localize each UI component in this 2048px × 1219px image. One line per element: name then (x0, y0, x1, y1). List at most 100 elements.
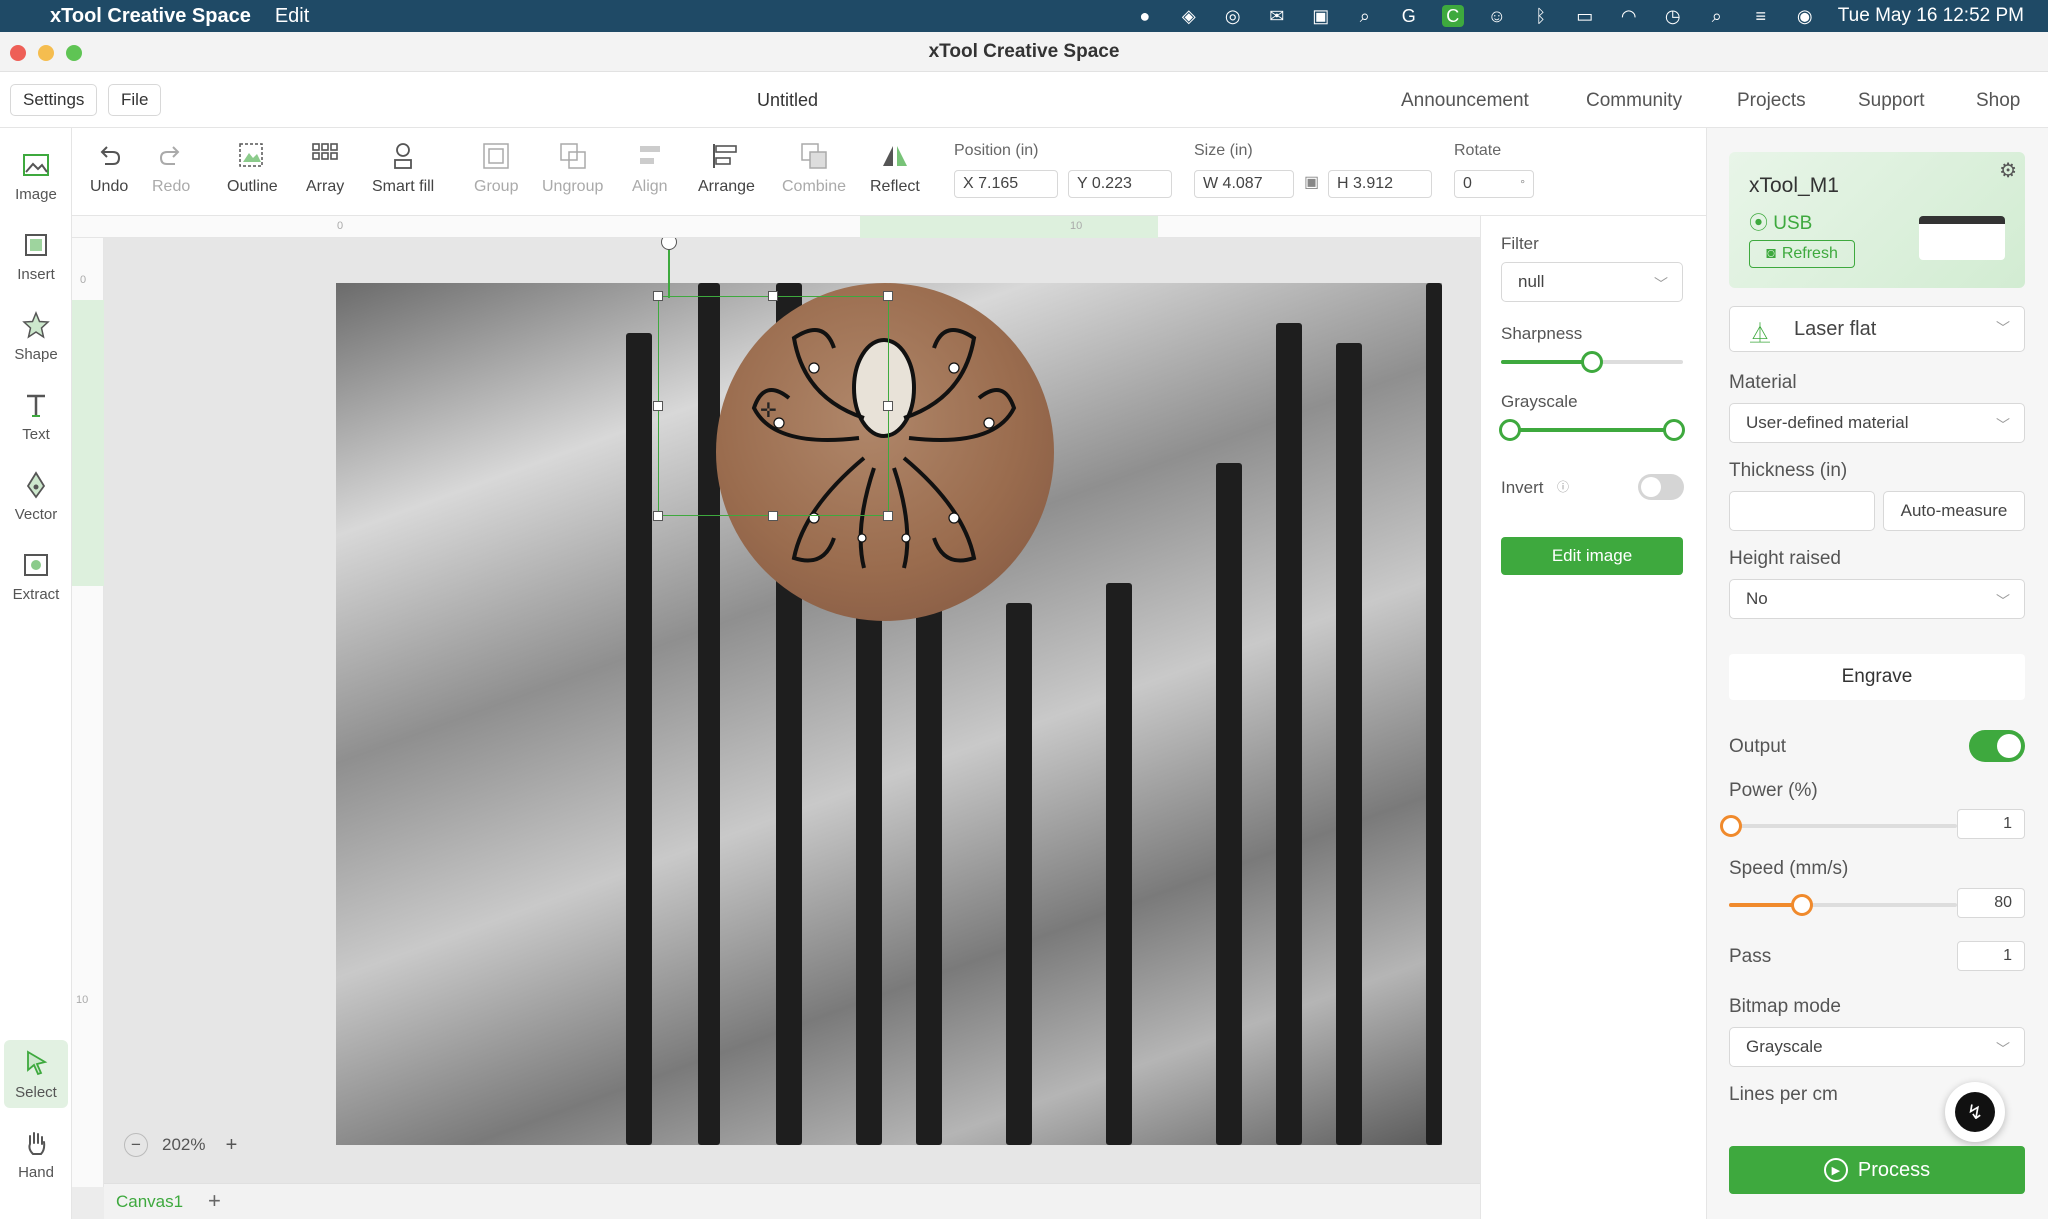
resize-handle-left[interactable] (653, 401, 663, 411)
resize-handle-bottom[interactable] (768, 511, 778, 521)
power-track[interactable] (1729, 824, 1957, 828)
power-slider[interactable] (1720, 815, 1743, 837)
pass-input[interactable]: 1 (1957, 941, 2025, 971)
size-height-input[interactable]: H 3.912 (1328, 170, 1432, 198)
edit-menu[interactable]: Edit (275, 5, 309, 28)
zoom-in-button[interactable]: + (219, 1133, 243, 1157)
rotate-label: Rotate (1454, 142, 1502, 159)
resize-handle-br[interactable] (883, 511, 893, 521)
siri-icon[interactable]: ◉ (1794, 5, 1816, 27)
tool-vector[interactable]: Vector (4, 462, 68, 530)
mail-icon[interactable]: ✉ (1266, 5, 1288, 27)
zoom-controls: − 202% + (124, 1130, 274, 1160)
redo-label: Redo (152, 178, 191, 195)
tool-text[interactable]: Text (4, 382, 68, 450)
shield-icon[interactable]: ◈ (1178, 5, 1200, 27)
nav-support[interactable]: Support (1858, 90, 1925, 112)
app-menu[interactable]: xTool Creative Space (50, 5, 251, 28)
magnifier-icon[interactable]: ⌕ (1354, 5, 1376, 27)
document-title: Untitled (756, 90, 819, 110)
gear-icon[interactable]: ⚙ (1999, 158, 2017, 183)
zoom-out-button[interactable]: − (124, 1133, 148, 1157)
tool-extract[interactable]: Extract (4, 542, 68, 610)
speed-input[interactable]: 80 (1957, 888, 2025, 918)
material-select[interactable]: User-defined material ﹀ (1729, 403, 2025, 443)
close-window-button[interactable] (10, 45, 26, 61)
record-icon[interactable]: ● (1134, 5, 1156, 27)
tool-shape[interactable]: Shape (4, 302, 68, 370)
battery-icon[interactable]: ▭ (1574, 5, 1596, 27)
engrave-tab[interactable]: Engrave (1729, 654, 2025, 700)
settings-button[interactable]: Settings (10, 84, 98, 116)
rotate-input[interactable]: 0 ° (1454, 170, 1534, 198)
group-button[interactable]: Group (474, 140, 518, 210)
display-icon[interactable]: ▣ (1310, 5, 1332, 27)
position-x-input[interactable]: X 7.165 (954, 170, 1058, 198)
undo-icon (100, 146, 121, 165)
tool-select[interactable]: Select (4, 1040, 68, 1108)
redo-button[interactable]: Redo (152, 140, 190, 210)
lock-ratio-icon[interactable]: ▣ (1304, 172, 1319, 192)
filter-select[interactable]: null ﹀ (1501, 262, 1683, 302)
resize-handle-top[interactable] (768, 291, 778, 301)
tool-hand[interactable]: Hand (4, 1120, 68, 1188)
sharpness-slider[interactable] (1581, 351, 1603, 373)
file-button[interactable]: File (108, 84, 162, 116)
ungroup-button[interactable]: Ungroup (542, 140, 603, 210)
size-width-input[interactable]: W 4.087 (1194, 170, 1294, 198)
nav-projects[interactable]: Projects (1737, 90, 1806, 112)
invert-toggle[interactable] (1638, 474, 1684, 500)
grayscale-min-slider[interactable] (1499, 419, 1521, 441)
reflect-button[interactable]: Reflect (870, 140, 920, 210)
auto-measure-button[interactable]: Auto-measure (1883, 491, 2025, 531)
array-button[interactable]: Array (306, 140, 344, 210)
add-canvas-button[interactable]: + (208, 1188, 221, 1214)
resize-handle-tl[interactable] (653, 291, 663, 301)
wifi-icon[interactable]: ◠ (1618, 5, 1640, 27)
thickness-input[interactable] (1729, 491, 1875, 531)
process-button[interactable]: ▶ Process (1729, 1146, 2025, 1194)
work-mode-select[interactable]: ⏅ Laser flat ﹀ (1729, 306, 2025, 352)
spotlight-icon[interactable]: ⌕ (1706, 5, 1728, 27)
nav-shop[interactable]: Shop (1976, 90, 2020, 112)
minimize-window-button[interactable] (38, 45, 54, 61)
rotate-handle[interactable] (661, 238, 677, 250)
undo-button[interactable]: Undo (90, 140, 128, 210)
position-y-input[interactable]: Y 0.223 (1068, 170, 1172, 198)
control-center-icon[interactable]: ≡ (1750, 5, 1772, 27)
outline-button[interactable]: Outline (227, 140, 278, 210)
nav-community[interactable]: Community (1586, 90, 1682, 112)
tool-label: Hand (18, 1163, 54, 1181)
clipboard-icon[interactable]: C (1441, 5, 1464, 27)
height-raised-select[interactable]: No ﹀ (1729, 579, 2025, 619)
sync-icon[interactable]: ◎ (1222, 5, 1244, 27)
grayscale-max-slider[interactable] (1663, 419, 1685, 441)
tool-label: Shape (14, 345, 58, 363)
smart-fill-icon (394, 143, 413, 169)
tool-image[interactable]: Image (4, 142, 68, 210)
smiley-icon[interactable]: ☺ (1486, 5, 1508, 27)
messenger-chat-button[interactable]: ↯ (1945, 1082, 2005, 1142)
time-machine-icon[interactable]: ◷ (1662, 5, 1684, 27)
output-toggle[interactable] (1969, 730, 2025, 762)
arrange-button[interactable]: Arrange (698, 140, 755, 210)
resize-handle-right[interactable] (883, 401, 893, 411)
bluetooth-icon[interactable]: ᛒ (1530, 5, 1552, 27)
speed-slider[interactable] (1791, 894, 1813, 916)
info-icon[interactable]: ⓘ (1557, 478, 1569, 495)
grammarly-icon[interactable]: G (1398, 5, 1420, 27)
edit-image-button[interactable]: Edit image (1501, 537, 1683, 575)
combine-button[interactable]: Combine (782, 140, 846, 210)
tab-canvas1[interactable]: Canvas1 (116, 1192, 183, 1212)
resize-handle-tr[interactable] (883, 291, 893, 301)
align-button[interactable]: Align (632, 140, 668, 210)
smart-fill-button[interactable]: Smart fill (372, 140, 434, 210)
resize-handle-bl[interactable] (653, 511, 663, 521)
nav-announcement[interactable]: Announcement (1401, 90, 1529, 112)
design-canvas[interactable]: ✛ − 202% + (104, 238, 1480, 1183)
tool-insert[interactable]: Insert (4, 222, 68, 290)
zoom-window-button[interactable] (66, 45, 82, 61)
power-input[interactable]: 1 (1957, 809, 2025, 839)
bitmap-mode-select[interactable]: Grayscale ﹀ (1729, 1027, 2025, 1067)
refresh-button[interactable]: ◙ Refresh (1749, 240, 1855, 268)
